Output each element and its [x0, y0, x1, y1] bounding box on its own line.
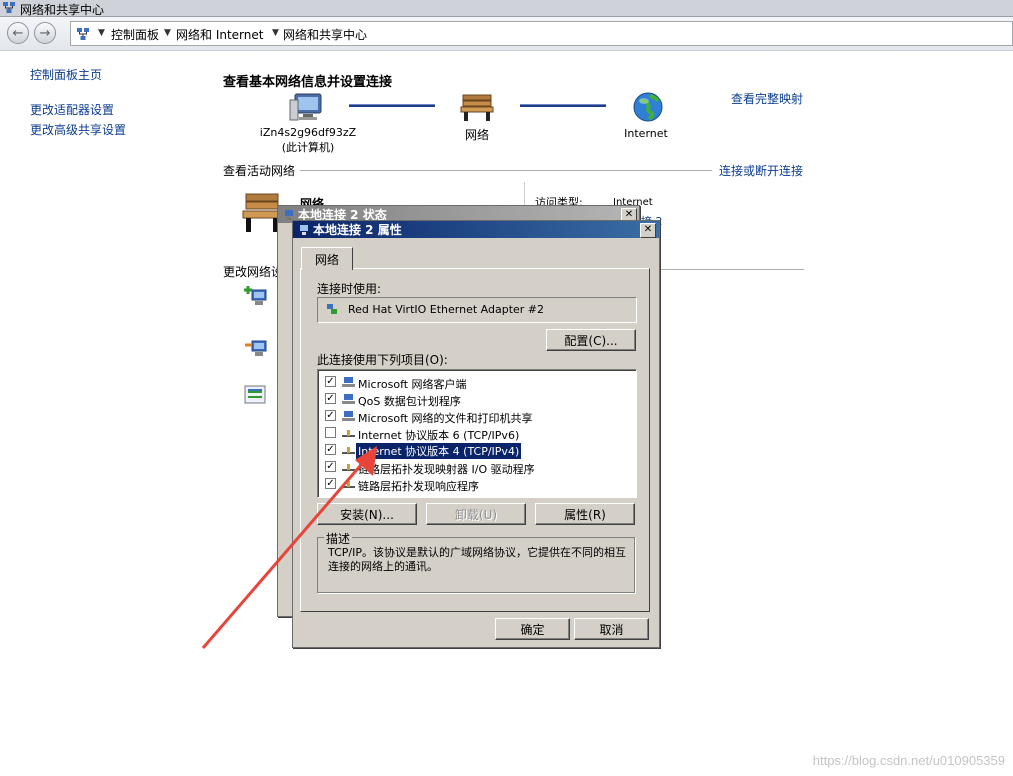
breadcrumb-separator-icon[interactable]: ▼	[164, 28, 171, 38]
breadcrumb-separator-icon[interactable]: ▼	[272, 28, 279, 38]
configure-button[interactable]: 配置(C)...	[546, 329, 636, 351]
ok-button[interactable]: 确定	[495, 618, 570, 640]
connection-icon	[300, 225, 308, 235]
close-icon: ✕	[624, 209, 634, 220]
list-item[interactable]: Internet 协议版本 6 (TCP/IPv6)	[325, 425, 625, 442]
properties-dialog-close-button[interactable]: ✕	[640, 223, 656, 238]
view-full-map-link[interactable]: 查看完整映射	[731, 90, 803, 107]
internet-label: Internet	[624, 127, 668, 140]
network-icon	[77, 28, 89, 40]
back-arrow-icon: ←	[12, 25, 24, 41]
list-item[interactable]: ✓ Microsoft 网络客户端	[325, 374, 625, 391]
annotation-arrow	[201, 446, 377, 649]
properties-button[interactable]: 属性(R)	[535, 503, 635, 525]
properties-dialog-title-bar: 本地连接 2 属性	[293, 221, 659, 238]
breadcrumb-separator-icon[interactable]: ▼	[98, 28, 105, 38]
left-nav-control-panel-home[interactable]: 控制面板主页	[30, 66, 102, 83]
list-item[interactable]: ✓ QoS 数据包计划程序	[325, 391, 625, 408]
network-center-icon	[3, 2, 15, 13]
computer-icon[interactable]	[289, 92, 323, 122]
new-connection-icon[interactable]	[244, 285, 268, 307]
connect-disconnect-link[interactable]: 连接或断开连接	[719, 162, 803, 179]
qos-icon	[342, 394, 355, 404]
protocol-icon	[342, 430, 355, 437]
globe-icon[interactable]	[632, 91, 664, 123]
address-toolbar: ← → ▼ 控制面板 ▼ 网络和 Internet ▼ 网络和共享中心	[0, 17, 1013, 51]
map-connection-line	[520, 104, 606, 107]
item-checkbox[interactable]	[325, 427, 336, 438]
tab-network[interactable]: 网络	[301, 247, 353, 270]
address-bar[interactable]: ▼ 控制面板 ▼ 网络和 Internet ▼ 网络和共享中心	[70, 21, 1013, 46]
cancel-button[interactable]: 取消	[574, 618, 649, 640]
left-nav-change-adapter-settings[interactable]: 更改适配器设置	[30, 101, 114, 118]
forward-button[interactable]: →	[34, 22, 56, 44]
adapter-name: Red Hat VirtIO Ethernet Adapter #2	[348, 303, 545, 316]
network-bench-icon[interactable]	[460, 92, 494, 122]
left-nav-change-advanced-sharing[interactable]: 更改高级共享设置	[30, 121, 126, 138]
homegroup-icon[interactable]	[244, 385, 266, 405]
computer-name-label: iZn4s2g96df93zZ	[259, 126, 357, 139]
network-label: 网络	[464, 128, 489, 142]
items-label: 此连接使用下列项目(O):	[317, 353, 448, 367]
this-computer-label: (此计算机)	[281, 141, 335, 154]
window-title-bar: 网络和共享中心	[0, 0, 1013, 17]
forward-arrow-icon: →	[39, 25, 51, 41]
breadcrumb-network-sharing-center[interactable]: 网络和共享中心	[283, 26, 367, 43]
item-label: Microsoft 网络客户端	[358, 378, 467, 391]
connect-network-icon[interactable]	[244, 337, 268, 359]
network-client-icon	[342, 377, 355, 387]
change-settings-heading: 更改网络设	[223, 265, 284, 279]
breadcrumb-control-panel[interactable]: 控制面板	[111, 26, 159, 43]
tab-network-label: 网络	[314, 252, 339, 267]
page-heading: 查看基本网络信息并设置连接	[223, 75, 393, 90]
file-share-icon	[342, 411, 355, 421]
window-title: 网络和共享中心	[20, 3, 105, 17]
section-divider	[300, 170, 712, 171]
active-network-bench-icon	[242, 193, 282, 232]
map-connection-line	[349, 104, 435, 107]
properties-dialog-title: 本地连接 2 属性	[313, 223, 402, 237]
item-checkbox[interactable]: ✓	[325, 393, 336, 404]
back-button[interactable]: ←	[7, 22, 29, 44]
item-label: Microsoft 网络的文件和打印机共享	[358, 412, 533, 425]
item-label: QoS 数据包计划程序	[358, 395, 461, 408]
uninstall-button[interactable]: 卸载(U)	[426, 503, 526, 525]
breadcrumb-network-internet[interactable]: 网络和 Internet	[176, 26, 263, 43]
active-networks-heading: 查看活动网络	[223, 164, 296, 178]
section-divider	[655, 269, 804, 270]
connect-using-label: 连接时使用:	[317, 282, 382, 296]
list-item[interactable]: ✓ Microsoft 网络的文件和打印机共享	[325, 408, 625, 425]
item-checkbox[interactable]: ✓	[325, 376, 336, 387]
item-checkbox[interactable]: ✓	[325, 410, 336, 421]
adapter-field: Red Hat VirtIO Ethernet Adapter #2	[317, 297, 637, 323]
watermark: https://blog.csdn.net/u010905359	[812, 753, 1005, 768]
close-icon: ✕	[643, 224, 653, 235]
adapter-icon	[327, 304, 337, 314]
